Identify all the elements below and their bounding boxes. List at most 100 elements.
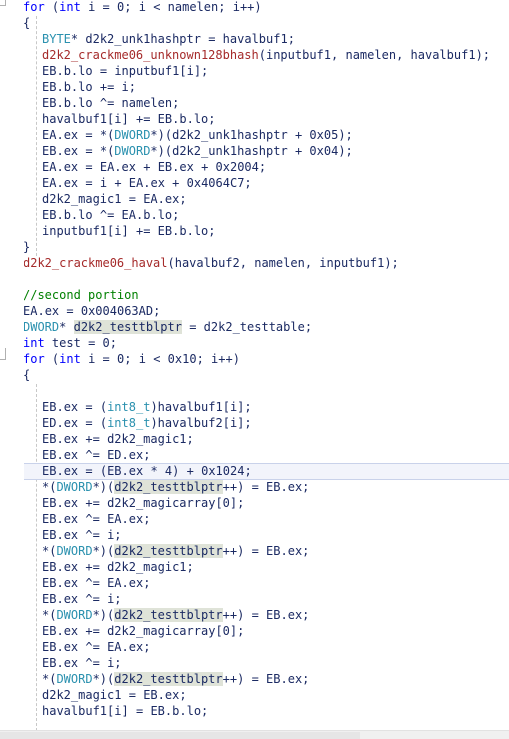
code-operator: + <box>294 144 303 158</box>
code-line[interactable]: EA.ex = EA.ex + EB.ex + 0x2004; <box>0 159 509 175</box>
code-line[interactable]: d2k2_magic1 = EB.ex; <box>0 687 509 703</box>
code-line[interactable]: int test = 0; <box>0 335 509 351</box>
code-identifier: ex <box>63 496 79 510</box>
code-identifier: b <box>63 96 71 110</box>
code-identifier: EA <box>107 576 122 590</box>
horizontal-scrollbar[interactable] <box>0 730 509 739</box>
code-line[interactable]: EB.ex ^= i; <box>0 527 509 543</box>
code-line[interactable]: EB.ex += d2k2_magicarray[0]; <box>0 495 509 511</box>
code-line[interactable]: d2k2_magic1 = EA.ex; <box>0 191 509 207</box>
code-line[interactable]: BYTE* d2k2_unk1hashptr = havalbuf1; <box>0 31 509 47</box>
code-line[interactable]: EB.ex += d2k2_magic1; <box>0 431 509 447</box>
code-line[interactable]: *(DWORD*)(d2k2_testtblptr++) = EB.ex; <box>0 543 509 559</box>
code-type: int8_t <box>107 416 151 430</box>
code-line-text: DWORD* d2k2_testtblptr = d2k2_testtable; <box>0 319 312 335</box>
code-line[interactable]: EB.b.lo += i; <box>0 79 509 95</box>
code-operator: = <box>85 144 93 158</box>
code-operator: *)( <box>150 128 173 142</box>
code-line[interactable]: EB.ex = (int8_t)havalbuf1[i]; <box>0 399 509 415</box>
code-line[interactable]: EA.ex = 0x004063AD; <box>0 303 509 319</box>
code-operator: { <box>23 16 31 30</box>
code-operator: . <box>280 544 288 558</box>
code-type: DWORD <box>114 128 151 142</box>
code-line[interactable]: *(DWORD*)(d2k2_testtblptr++) = EB.ex; <box>0 671 509 687</box>
code-operator: = <box>102 352 110 366</box>
code-line[interactable]: ED.ex = (int8_t)havalbuf2[i]; <box>0 415 509 431</box>
code-line-current[interactable]: EB.ex = (EB.ex * 4) + 0x1024; <box>0 463 509 480</box>
code-line[interactable]: d2k2_crackme06_unknown128bhash(inputbuf1… <box>0 47 509 63</box>
code-operator: ; <box>302 544 310 558</box>
code-identifier: namelen <box>345 48 397 62</box>
code-line[interactable]: EB.ex += d2k2_magic1; <box>0 559 509 575</box>
code-number: 0x2004 <box>215 160 259 174</box>
code-identifier: i <box>138 352 146 366</box>
code-operator: ; <box>114 592 122 606</box>
code-line[interactable]: EB.ex ^= EA.ex; <box>0 575 509 591</box>
code-operator: . <box>56 400 64 414</box>
code-line-text: d2k2_crackme06_haval(havalbuf2, namelen,… <box>0 255 399 271</box>
code-identifier: d2k2_magic1 <box>107 560 187 574</box>
code-operator: ]; <box>193 64 209 78</box>
code-operator: = <box>251 672 259 686</box>
code-identifier: lo <box>193 112 209 126</box>
code-operator: * <box>150 464 158 478</box>
code-line[interactable] <box>0 271 509 287</box>
code-line[interactable]: EB.ex = *(DWORD*)(d2k2_unk1hashptr + 0x0… <box>0 143 509 159</box>
code-operator: ^= <box>85 528 100 542</box>
horizontal-scrollbar-thumb[interactable] <box>0 732 360 739</box>
code-operator: . <box>56 528 64 542</box>
code-line-text: EA.ex = EA.ex + EB.ex + 0x2004; <box>0 159 266 175</box>
code-line[interactable]: EB.ex ^= i; <box>0 591 509 607</box>
code-line[interactable]: inputbuf1[i] += EB.b.lo; <box>0 223 509 239</box>
code-line[interactable]: havalbuf1[i] += EB.b.lo; <box>0 111 509 127</box>
code-line[interactable]: EA.ex = *(DWORD*)(d2k2_unk1hashptr + 0x0… <box>0 127 509 143</box>
code-operator: ; <box>302 608 310 622</box>
code-operator: += <box>85 432 100 446</box>
code-line[interactable]: EB.b.lo = inputbuf1[i]; <box>0 63 509 79</box>
code-content[interactable]: for (int i = 0; i < namelen; i++){BYTE* … <box>0 0 509 739</box>
code-identifier: lo <box>78 96 93 110</box>
code-line[interactable]: havalbuf1[i] = EB.b.lo; <box>0 703 509 719</box>
code-line[interactable]: d2k2_crackme06_haval(havalbuf2, namelen,… <box>0 255 509 271</box>
code-line[interactable]: for (int i = 0; i < namelen; i++) <box>0 0 509 15</box>
code-identifier: EB <box>42 592 57 606</box>
code-line[interactable]: DWORD* d2k2_testtblptr = d2k2_testtable; <box>0 319 509 335</box>
code-operator: . <box>121 464 129 478</box>
code-operator: [ <box>222 416 230 430</box>
code-line[interactable]: EA.ex = i + EA.ex + 0x4064C7; <box>0 175 509 191</box>
code-line[interactable] <box>0 383 509 399</box>
code-identifier: EB <box>42 80 57 94</box>
code-line[interactable]: EB.ex ^= EA.ex; <box>0 639 509 655</box>
code-line-text: { <box>0 15 30 31</box>
code-line[interactable]: EB.b.lo ^= namelen; <box>0 95 509 111</box>
code-line[interactable]: for (int i = 0; i < 0x10; i++) <box>0 351 509 367</box>
code-line[interactable]: { <box>0 367 509 383</box>
code-operator: ; <box>143 640 151 654</box>
code-line[interactable]: } <box>0 239 509 255</box>
code-operator: ^= <box>85 656 100 670</box>
code-identifier: i <box>138 0 146 14</box>
code-operator: [ <box>222 400 230 414</box>
code-operator: [ <box>215 624 223 638</box>
code-identifier: havalbuf1 <box>157 400 223 414</box>
code-identifier: ex <box>164 192 180 206</box>
code-line[interactable]: EB.ex ^= EA.ex; <box>0 511 509 527</box>
code-line[interactable]: EB.ex ^= i; <box>0 655 509 671</box>
code-identifier: EB <box>42 512 57 526</box>
code-operator: = <box>135 704 144 718</box>
code-number: 0 <box>222 496 230 510</box>
code-operator: . <box>280 672 288 686</box>
code-line[interactable]: EB.ex += d2k2_magicarray[0]; <box>0 623 509 639</box>
code-line[interactable]: { <box>0 15 509 31</box>
code-line[interactable]: //second portion <box>0 287 509 303</box>
code-line[interactable]: *(DWORD*)(d2k2_testtblptr++) = EB.ex; <box>0 479 509 495</box>
code-line[interactable]: EB.ex ^= ED.ex; <box>0 447 509 463</box>
code-line[interactable]: EB.b.lo ^= EA.b.lo; <box>0 207 509 223</box>
code-operator: ; <box>179 688 187 702</box>
code-identifier: b <box>63 64 71 78</box>
code-line[interactable]: *(DWORD*)(d2k2_testtblptr++) = EB.ex; <box>0 607 509 623</box>
code-operator: *( <box>99 128 115 142</box>
code-operator: . <box>56 496 64 510</box>
code-operator: . <box>56 640 64 654</box>
code-operator: < <box>153 0 161 14</box>
